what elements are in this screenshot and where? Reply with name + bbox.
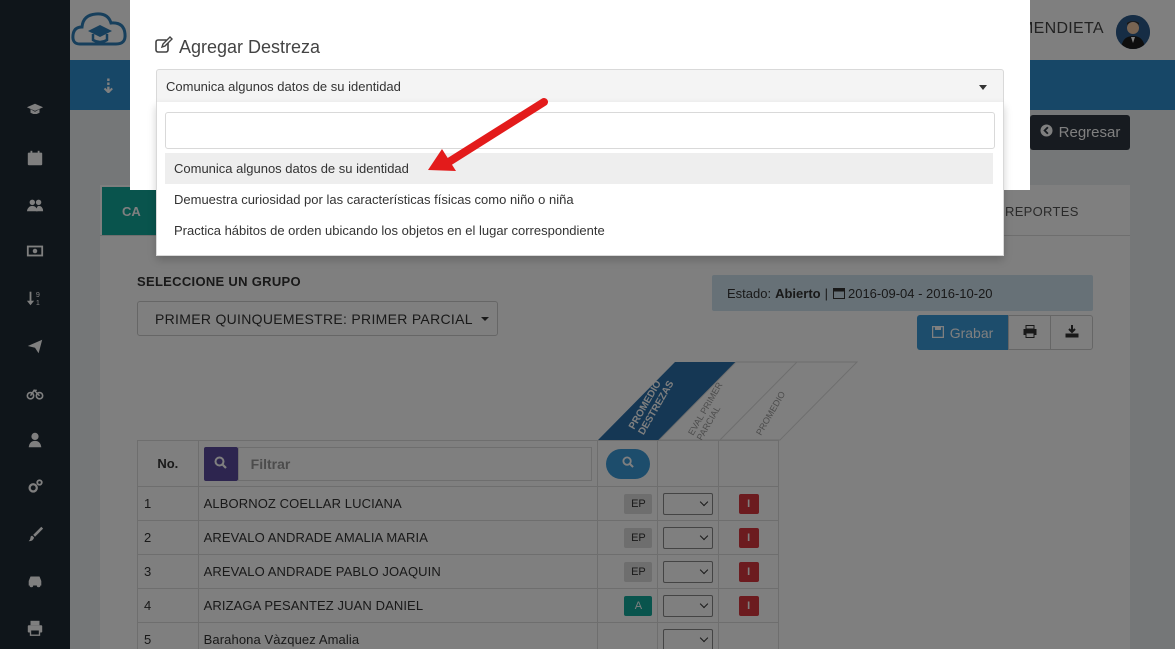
skill-option-label: Demuestra curiosidad por las característ… xyxy=(174,192,574,207)
skill-option-label: Comunica algunos datos de su identidad xyxy=(174,161,409,176)
skill-select[interactable]: Comunica algunos datos de su identidad xyxy=(156,69,1004,103)
caret-down-icon xyxy=(979,85,987,90)
skill-option[interactable]: Comunica algunos datos de su identidad xyxy=(165,153,993,184)
modal-title: Agregar Destreza xyxy=(155,36,320,59)
skill-search-input[interactable] xyxy=(165,112,995,149)
skill-option[interactable]: Demuestra curiosidad por las característ… xyxy=(165,184,993,215)
edit-icon xyxy=(155,36,173,59)
skill-option[interactable]: Practica hábitos de orden ubicando los o… xyxy=(165,215,993,246)
annotation-arrow xyxy=(428,98,548,171)
modal-title-text: Agregar Destreza xyxy=(179,37,321,57)
skill-select-value: Comunica algunos datos de su identidad xyxy=(166,78,401,94)
skill-option-label: Practica hábitos de orden ubicando los o… xyxy=(174,223,605,238)
